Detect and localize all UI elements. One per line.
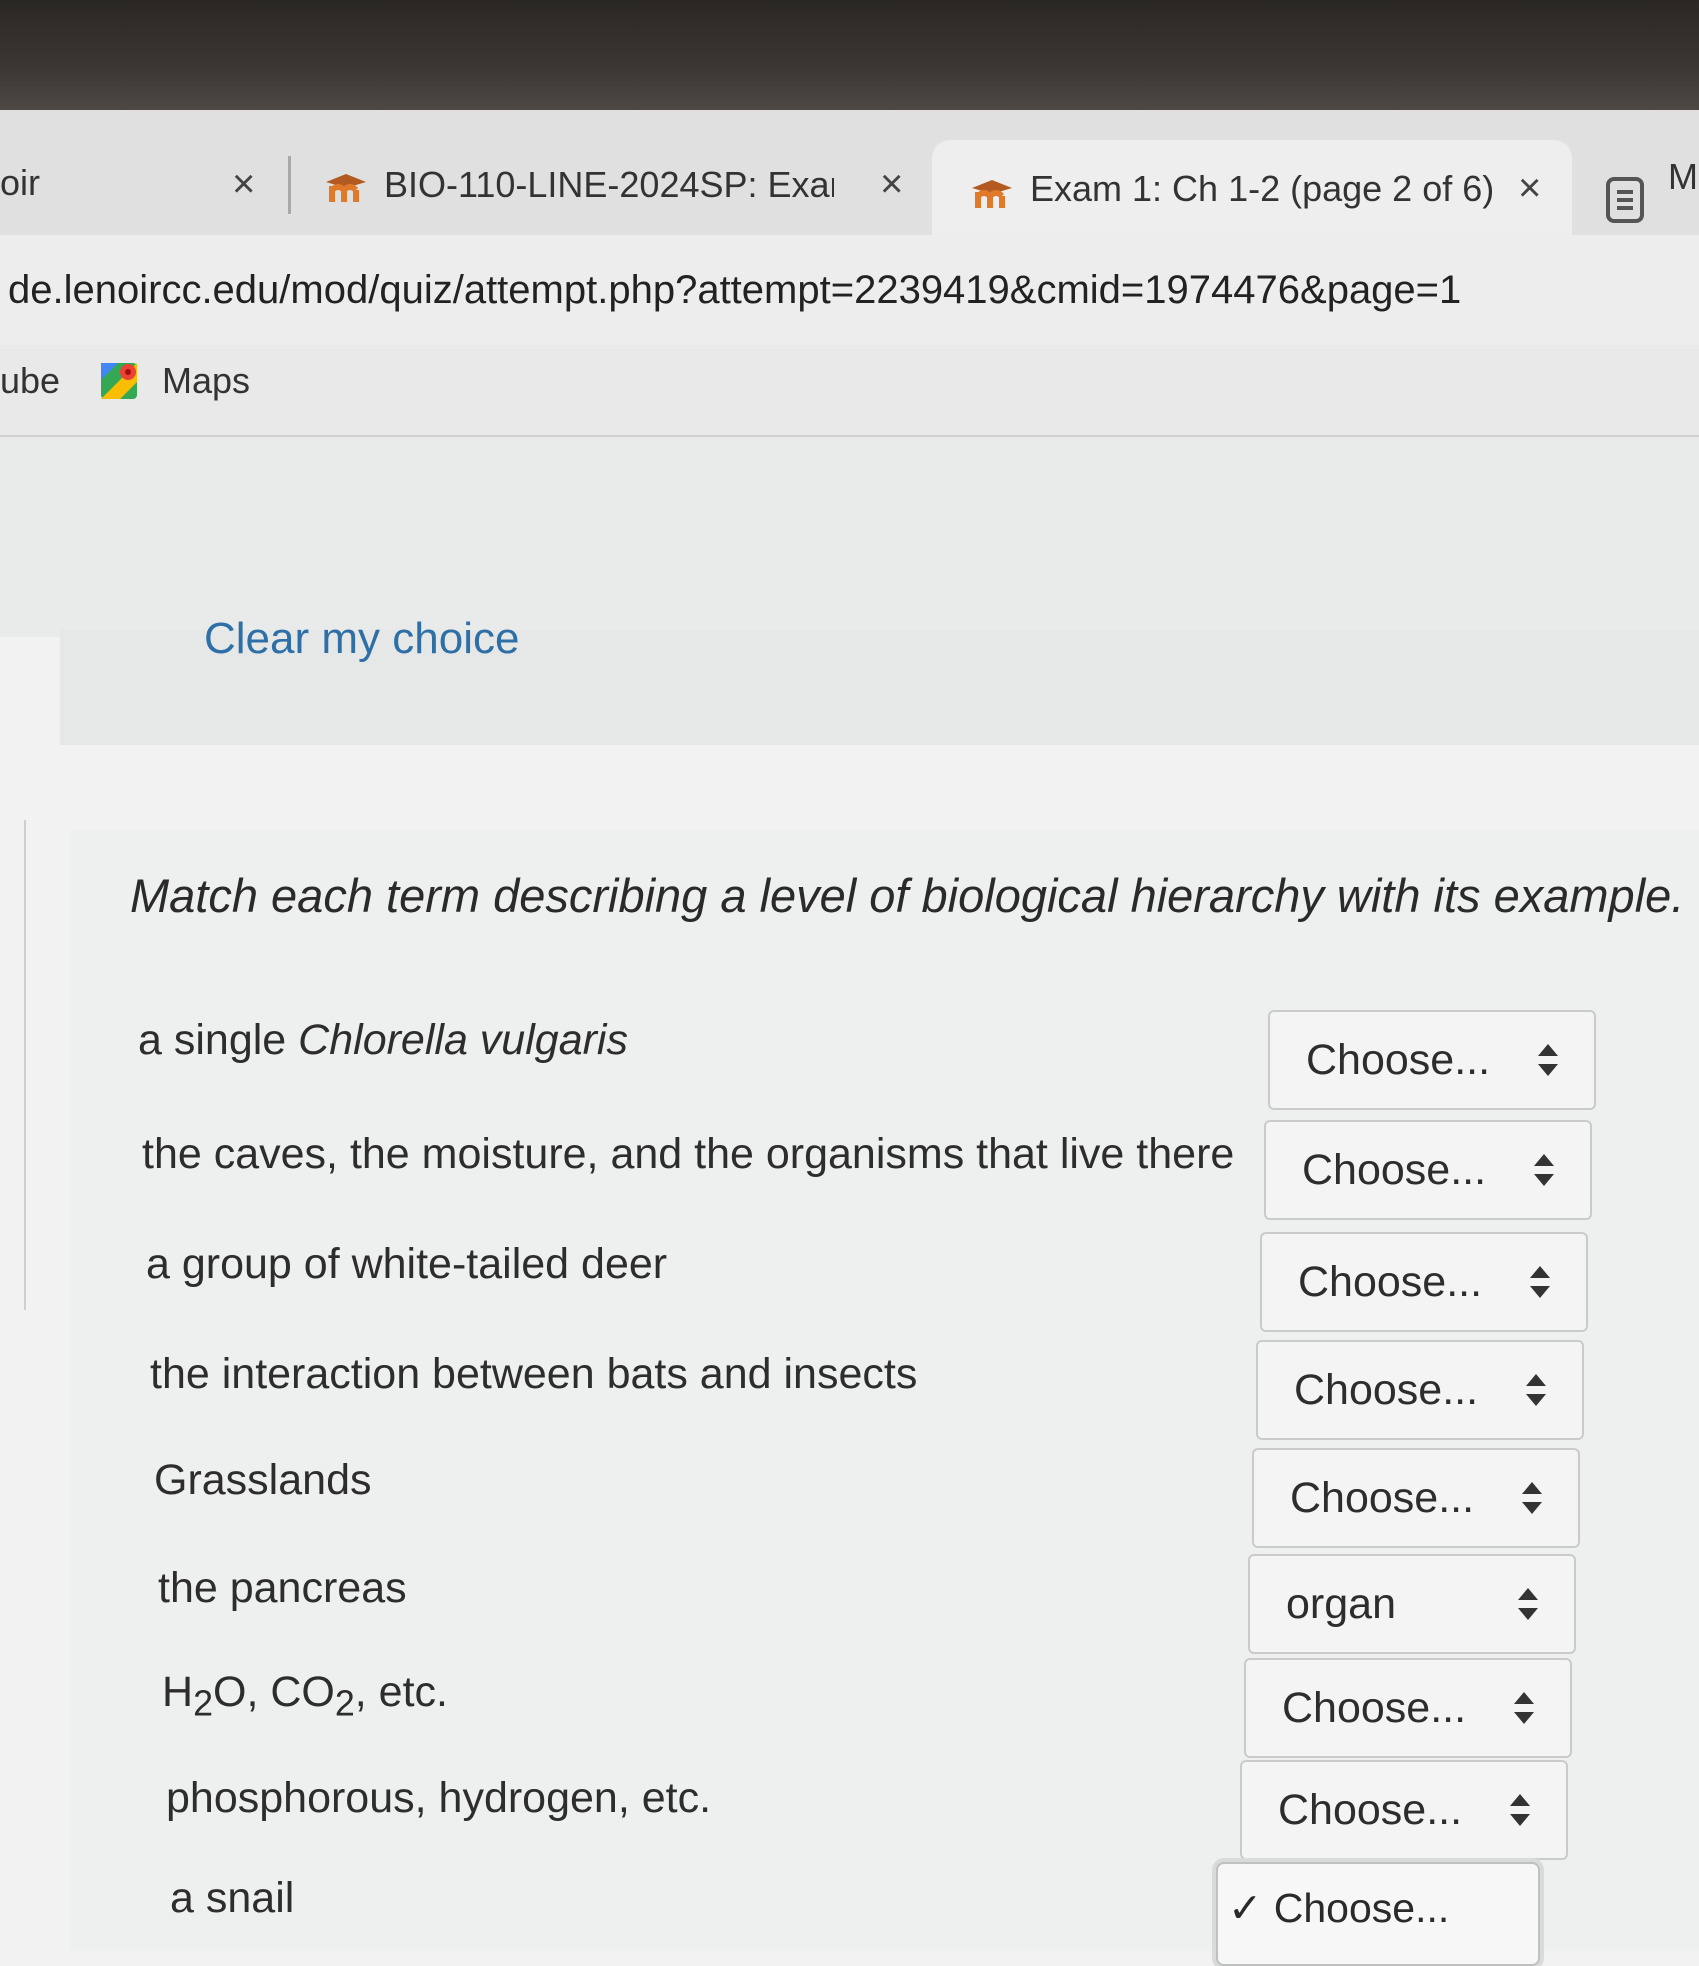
reading-list-icon[interactable] xyxy=(1606,177,1644,223)
match-term: a single Chlorella vulgaris xyxy=(138,1016,628,1064)
tab-title: BIO-110-LINE-2024SP: Exam 1 xyxy=(384,164,834,205)
match-term: phosphorous, hydrogen, etc. xyxy=(166,1774,712,1822)
close-icon[interactable]: × xyxy=(232,162,255,207)
checkmark-icon: ✓ xyxy=(1228,1885,1263,1931)
select-arrows-icon xyxy=(1518,1588,1538,1620)
match-term: a snail xyxy=(170,1874,295,1922)
select-arrows-icon xyxy=(1538,1044,1558,1076)
match-term: Grasslands xyxy=(154,1456,372,1504)
select-value: Choose... xyxy=(1294,1365,1479,1414)
match-term: a group of white-tailed deer xyxy=(146,1240,668,1288)
select-value: Choose... xyxy=(1290,1473,1475,1522)
select-value: Choose... xyxy=(1306,1035,1491,1084)
match-select[interactable]: Choose... xyxy=(1244,1658,1572,1758)
previous-question-area xyxy=(0,437,1699,637)
tab-lenoir[interactable]: oir × xyxy=(0,140,280,235)
select-arrows-icon xyxy=(1526,1374,1546,1406)
tab-separator xyxy=(288,156,291,214)
match-select[interactable]: Choose... xyxy=(1264,1120,1592,1220)
moodle-icon xyxy=(324,170,368,204)
select-value: Choose... xyxy=(1282,1683,1467,1732)
match-select[interactable]: Choose... xyxy=(1260,1232,1588,1332)
match-select[interactable]: Choose... xyxy=(1268,1010,1596,1110)
match-select[interactable]: Choose... xyxy=(1240,1760,1568,1860)
match-term: H2O, CO2, etc. xyxy=(162,1668,448,1724)
select-value: organ xyxy=(1286,1579,1396,1628)
url-field[interactable]: de.lenoircc.edu/mod/quiz/attempt.php?att… xyxy=(8,268,1461,313)
question-info-panel-edge xyxy=(0,820,26,1310)
match-select[interactable]: Choose... xyxy=(1256,1340,1584,1440)
tab-overflow-label: M xyxy=(1668,156,1698,197)
select-arrows-icon xyxy=(1522,1482,1542,1514)
match-select[interactable]: organ xyxy=(1248,1554,1576,1654)
bookmark-maps[interactable]: Maps xyxy=(162,360,250,402)
clear-my-choice-link[interactable]: Clear my choice xyxy=(204,614,519,664)
select-arrows-icon xyxy=(1510,1794,1530,1826)
select-arrows-icon xyxy=(1530,1266,1550,1298)
dropdown-option-choose[interactable]: ✓ Choose... xyxy=(1228,1884,1449,1932)
match-term: the pancreas xyxy=(158,1564,407,1612)
question-prompt: Match each term describing a level of bi… xyxy=(130,869,1685,922)
select-value: Choose... xyxy=(1298,1257,1483,1306)
moodle-icon xyxy=(970,176,1014,210)
tab-title: oir xyxy=(0,162,41,203)
select-arrows-icon xyxy=(1534,1154,1554,1186)
monitor-bezel xyxy=(0,0,1699,118)
match-select[interactable]: Choose... xyxy=(1252,1448,1580,1548)
select-arrows-icon xyxy=(1514,1692,1534,1724)
select-value: Choose... xyxy=(1302,1145,1487,1194)
bookmark-youtube[interactable]: ube xyxy=(0,360,60,402)
close-icon[interactable]: × xyxy=(880,162,903,207)
bookmarks-bar xyxy=(0,345,1699,437)
maps-icon xyxy=(100,362,138,400)
tab-title: Exam 1: Ch 1-2 (page 2 of 6) | L xyxy=(1030,168,1500,209)
match-term: the caves, the moisture, and the organis… xyxy=(142,1130,1235,1178)
tab-bio-110-exam[interactable]: BIO-110-LINE-2024SP: Exam 1 × xyxy=(318,140,928,235)
close-icon[interactable]: × xyxy=(1518,166,1541,211)
select-value: Choose... xyxy=(1278,1785,1463,1834)
match-term: the interaction between bats and insects xyxy=(150,1350,918,1398)
tab-exam-1-page-2[interactable]: Exam 1: Ch 1-2 (page 2 of 6) | L × xyxy=(932,140,1572,235)
